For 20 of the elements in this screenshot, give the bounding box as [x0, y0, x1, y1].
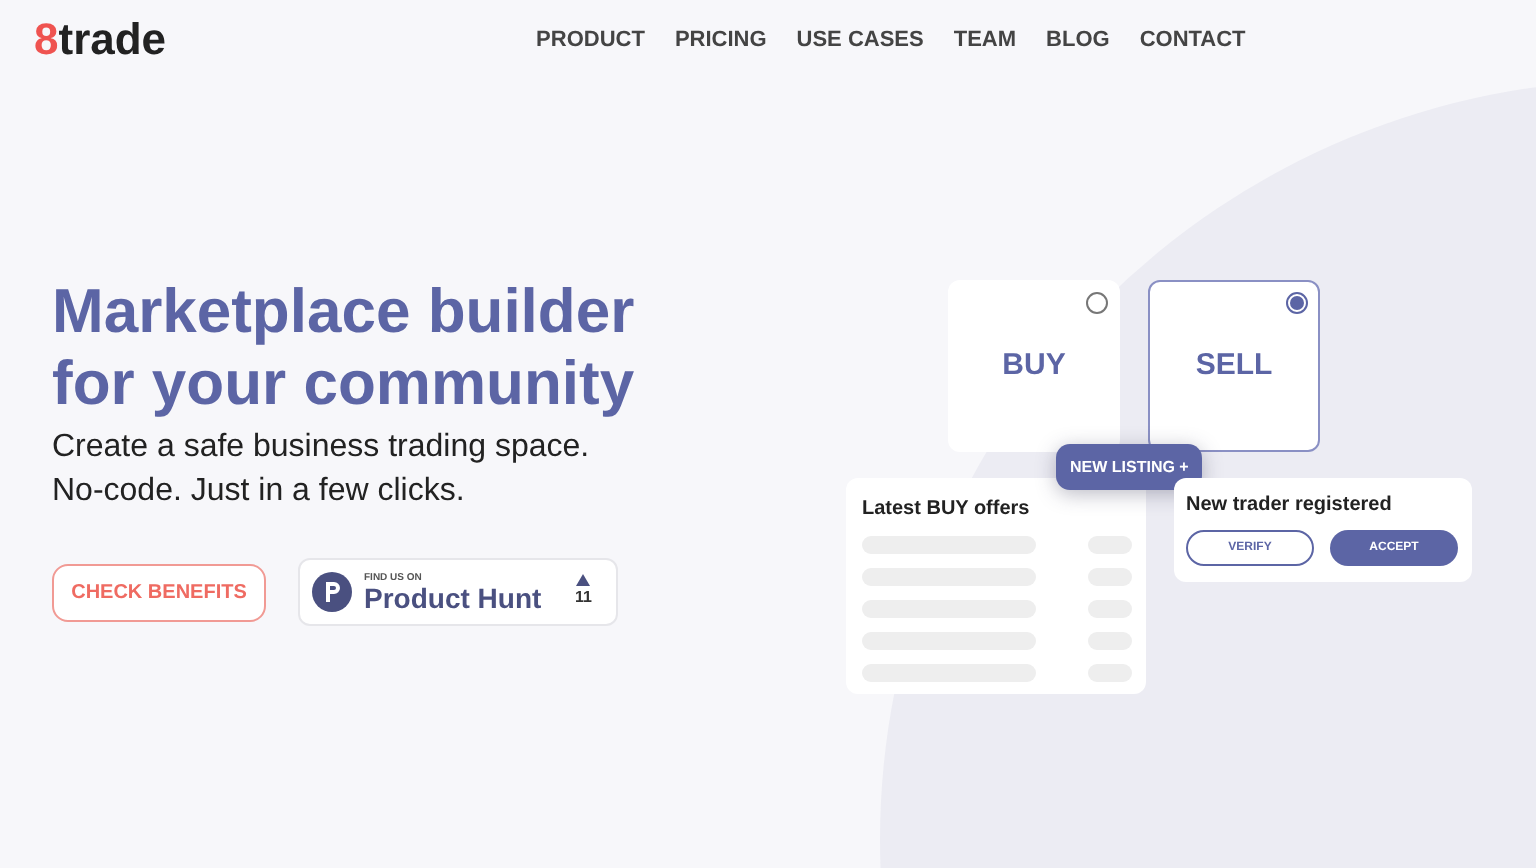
logo[interactable]: 8trade [34, 18, 167, 62]
nav-link[interactable]: PRICING [674, 23, 767, 57]
hero-title: Marketplace builder for your community [52, 276, 635, 420]
nav-link[interactable]: BLOG [1046, 23, 1110, 57]
radio-icon [1086, 292, 1108, 314]
trader-title: New trader registered [1186, 492, 1394, 520]
option-card[interactable]: BUY [948, 280, 1120, 452]
radio-icon [1286, 292, 1308, 314]
nav-link[interactable]: PRODUCT [536, 23, 645, 57]
nav-link[interactable]: CONTACT [1139, 23, 1246, 57]
vote-count: 11 [575, 586, 592, 610]
option-card[interactable]: SELL [1148, 280, 1320, 452]
product-hunt-name: Product Hunt [364, 583, 542, 611]
offers-title: Latest BUY offers [862, 496, 1032, 524]
hero-subtitle: Create a safe business trading space. No-code. Just in a few clicks. [52, 428, 590, 512]
new-listing-button[interactable]: NEW LISTING + [1056, 444, 1203, 490]
nav-link[interactable]: TEAM [953, 23, 1017, 57]
nav-link[interactable]: USE CASES [796, 23, 924, 57]
upvote-icon [576, 574, 591, 586]
product-hunt-logo-icon [312, 572, 352, 612]
